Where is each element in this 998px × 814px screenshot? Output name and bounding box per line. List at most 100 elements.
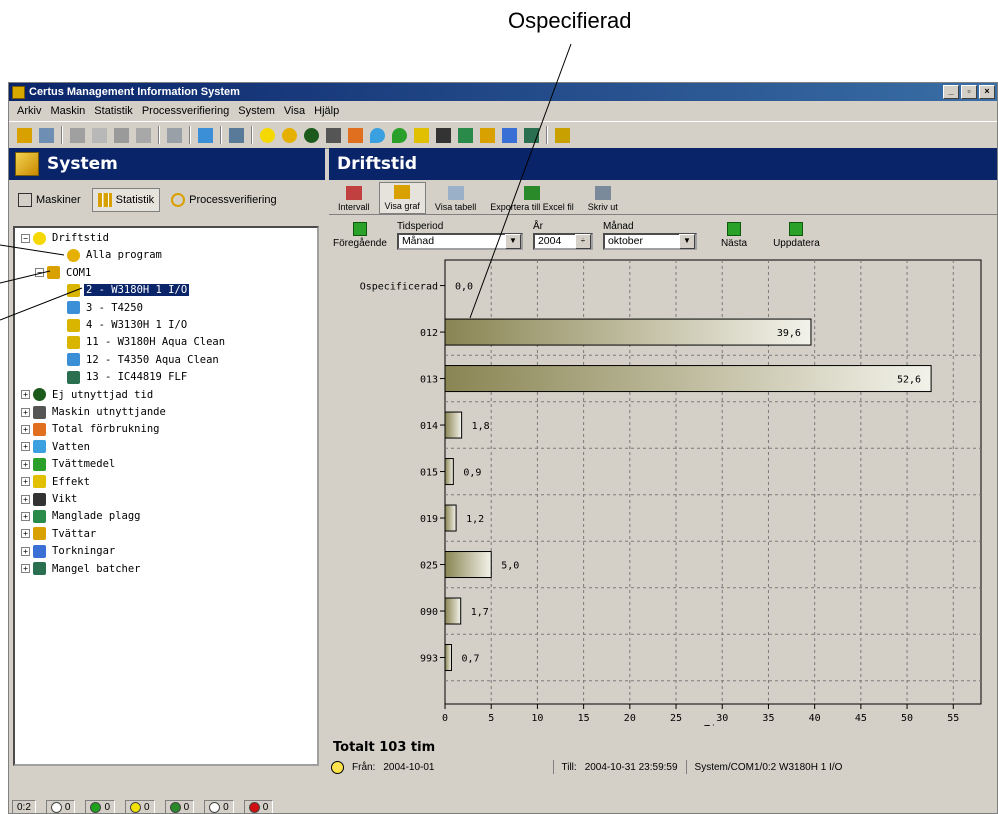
y-tick-label: 013 (420, 375, 438, 386)
expand-icon[interactable]: + (21, 407, 30, 417)
tree-item-label: Maskin utnyttjande (52, 406, 166, 418)
cube-icon (18, 193, 32, 207)
x-tick-label: 10 (531, 713, 543, 724)
washer-icon (67, 335, 80, 349)
tab-statistik[interactable]: Statistik (91, 188, 161, 212)
tree-item[interactable]: + Tvättmedel (21, 456, 117, 472)
show-table-button[interactable]: Visa tabell (430, 184, 481, 214)
tab-processverifiering[interactable]: Processverifiering (166, 189, 281, 211)
tree-item[interactable]: Alla program (67, 247, 164, 263)
expand-icon[interactable]: + (21, 477, 30, 487)
refresh-icon[interactable] (198, 127, 213, 143)
copy-icon[interactable] (92, 127, 107, 143)
x-axis-label: Timmar (704, 724, 740, 726)
menu-maskin[interactable]: Maskin (50, 105, 85, 117)
calculator-icon[interactable] (348, 127, 363, 143)
table-icon (447, 186, 464, 200)
settings-icon[interactable] (555, 127, 570, 143)
menu-processverifiering[interactable]: Processverifiering (142, 105, 229, 117)
expand-icon[interactable]: + (21, 459, 30, 469)
previous-button[interactable]: Föregående (333, 221, 387, 249)
menu-system[interactable]: System (238, 105, 275, 117)
detergent-drop-icon[interactable] (392, 127, 407, 143)
collapse-icon[interactable]: − (21, 233, 30, 243)
pie-icon[interactable] (304, 127, 319, 143)
expand-icon[interactable]: + (21, 529, 30, 539)
tree-item[interactable]: + Ej utnyttjad tid (21, 387, 155, 403)
expand-icon[interactable]: + (21, 546, 30, 556)
tree-item[interactable]: 13 - IC44819 FLF (67, 369, 189, 385)
bar-value-label: 52,6 (897, 375, 921, 386)
menu-hjalp[interactable]: Hjälp (314, 105, 339, 117)
tree-item[interactable]: 2 - W3180H 1 I/O (67, 282, 190, 298)
update-button[interactable]: Uppdatera (773, 221, 820, 249)
status-segment: 0 (204, 799, 234, 813)
tree-item[interactable]: + Effekt (21, 474, 92, 490)
clock-icon[interactable] (260, 127, 275, 143)
bar (444, 597, 462, 625)
expand-icon[interactable]: + (21, 564, 30, 574)
washes-icon[interactable] (480, 127, 495, 143)
maximize-button[interactable]: ▫ (961, 85, 977, 99)
tree-item[interactable]: 4 - W3130H 1 I/O (67, 317, 189, 333)
interval-button[interactable]: Intervall (333, 184, 375, 214)
bar (444, 504, 457, 532)
collapse-icon[interactable]: − (35, 268, 44, 278)
tree-item[interactable]: + Vatten (21, 439, 92, 455)
tree-item[interactable]: + Vikt (21, 491, 79, 507)
machine-icon[interactable] (17, 127, 32, 143)
spinner-icon[interactable]: ÷ (574, 233, 591, 249)
report-icon[interactable] (229, 127, 244, 143)
tree-item[interactable]: + Total förbrukning (21, 421, 161, 437)
year-spinner[interactable]: 2004 ÷ (532, 232, 593, 250)
tree-item[interactable]: − COM1 (35, 265, 93, 281)
garment-icon[interactable] (458, 127, 473, 143)
dryings-icon[interactable] (502, 127, 517, 143)
tree-item[interactable]: 11 - W3180H Aqua Clean (67, 334, 227, 350)
expand-icon[interactable]: + (21, 494, 30, 504)
expand-icon[interactable]: + (21, 442, 30, 452)
batch-icon[interactable] (524, 127, 539, 143)
tree-item[interactable]: − Driftstid (21, 230, 111, 246)
export-excel-button[interactable]: Exportera till Excel fil (485, 184, 579, 214)
close-button[interactable]: × (979, 85, 995, 99)
expand-icon[interactable]: + (21, 511, 30, 521)
next-button[interactable]: Nästa (721, 221, 747, 249)
water-drop-icon[interactable] (370, 127, 385, 143)
grid-icon[interactable] (326, 127, 341, 143)
paste-icon[interactable] (114, 127, 129, 143)
status-segment: 0 (243, 799, 274, 813)
tree-item[interactable]: 3 - T4250 (67, 300, 145, 316)
show-graph-button[interactable]: Visa graf (378, 182, 426, 214)
chevron-down-icon[interactable]: ▼ (504, 233, 521, 249)
tree-item[interactable]: + Tvättar (21, 526, 98, 542)
menu-arkiv[interactable]: Arkiv (17, 105, 41, 117)
cut-icon[interactable] (70, 127, 85, 143)
expand-icon[interactable]: + (21, 390, 30, 400)
bar (444, 644, 452, 672)
tree-item[interactable]: + Maskin utnyttjande (21, 404, 168, 420)
chevron-down-icon[interactable]: ▼ (678, 233, 695, 249)
minimize-button[interactable]: _ (943, 85, 959, 99)
properties-icon[interactable] (39, 127, 54, 143)
navigation-tree[interactable]: − Driftstid Alla program − COM1 2 - W3180H 1 … (13, 226, 319, 766)
period-select[interactable]: Månad ▼ (396, 232, 523, 250)
callout-label: Ospecifierad (508, 8, 632, 33)
month-select[interactable]: oktober ▼ (602, 232, 697, 250)
expand-icon[interactable]: + (21, 424, 30, 434)
tree-item[interactable]: + Manglade plagg (21, 508, 143, 524)
undo-icon[interactable] (167, 127, 182, 143)
tab-maskiner[interactable]: Maskiner (13, 189, 86, 211)
menu-visa[interactable]: Visa (284, 105, 305, 117)
program-icon[interactable] (282, 127, 297, 143)
tree-item[interactable]: + Mangel batcher (21, 561, 143, 577)
tree-item[interactable]: 12 - T4350 Aqua Clean (67, 352, 221, 368)
menu-statistik[interactable]: Statistik (94, 105, 133, 117)
print-button[interactable]: Skriv ut (583, 184, 623, 214)
weight-icon[interactable] (436, 127, 451, 143)
lightning-icon[interactable] (414, 127, 429, 143)
tree-item-label: Effekt (52, 475, 90, 488)
tree-item[interactable]: + Torkningar (21, 543, 117, 559)
status-count: 0 (262, 801, 269, 813)
delete-icon[interactable] (136, 127, 151, 143)
